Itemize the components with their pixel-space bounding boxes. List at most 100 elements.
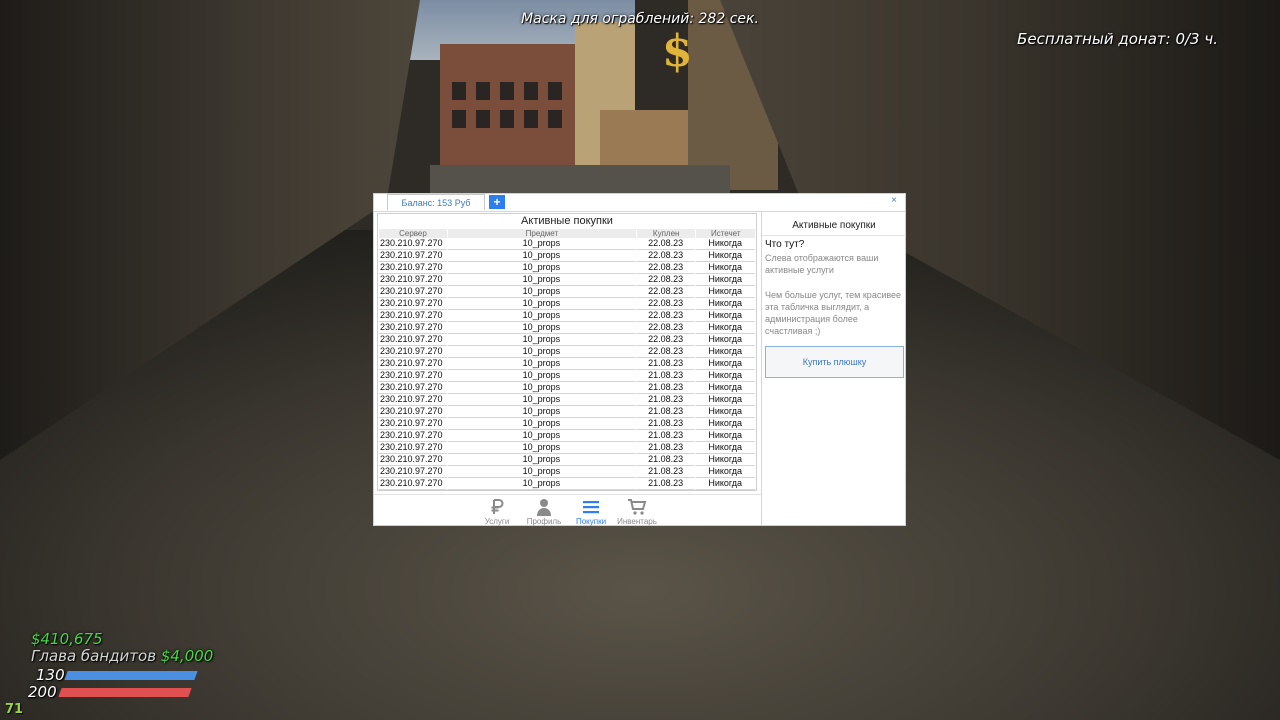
cell-server: 230.210.97.270 xyxy=(379,274,448,286)
table-row[interactable]: 230.210.97.270 10_props 22.08.23 Никогда xyxy=(379,334,756,346)
cell-server: 230.210.97.270 xyxy=(379,286,448,298)
cell-item: 10_props xyxy=(447,322,637,334)
ruble-icon xyxy=(491,499,504,514)
column-header-item[interactable]: Предмет xyxy=(447,229,637,238)
cell-server: 230.210.97.270 xyxy=(379,454,448,466)
cell-expires: Никогда xyxy=(696,490,756,491)
table-row[interactable]: 230.210.97.27010_props21.08.23Никогда xyxy=(379,430,756,442)
cell-expires: Никогда xyxy=(696,310,756,322)
cell-bought: 22.08.23 xyxy=(636,322,697,334)
cell-expires: Никогда xyxy=(696,286,756,298)
cell-item: 10_props xyxy=(447,382,637,394)
nav-services[interactable]: Услуги xyxy=(472,498,522,526)
table-row[interactable]: 230.210.97.27010_props21.08.23Никогда xyxy=(379,358,756,370)
balance-tab[interactable]: Баланс: 153 Руб xyxy=(387,194,485,210)
cell-expires: Никогда xyxy=(696,442,756,454)
table-row[interactable]: 230.210.97.27010_props21.08.23Никогда xyxy=(379,478,756,490)
cell-expires: Никогда xyxy=(696,478,756,490)
cell-bought: 22.08.23 xyxy=(636,298,697,310)
brick-building xyxy=(440,44,580,170)
table-row[interactable]: 230.210.97.270 10_props 22.08.23 Никогда xyxy=(379,250,756,262)
table-row[interactable]: 230.210.97.27010_props21.08.23Никогда xyxy=(379,406,756,418)
cell-expires: Никогда xyxy=(696,370,756,382)
bottom-navigation: Услуги Профиль Покупки Инвентарь xyxy=(374,494,761,526)
nav-purchases-label: Покупки xyxy=(575,517,607,526)
table-header-row: Сервер Предмет Куплен Истечет xyxy=(379,229,756,238)
cell-bought: 22.08.23 xyxy=(636,262,697,274)
cell-bought: 22.08.23 xyxy=(636,310,697,322)
table-row[interactable]: 230.210.97.27010_props21.08.23Никогда xyxy=(379,394,756,406)
fps-counter: 71 xyxy=(5,702,24,717)
cell-expires: Никогда xyxy=(696,418,756,430)
cell-server: 230.210.97.270 xyxy=(379,382,448,394)
cell-expires: Никогда xyxy=(696,454,756,466)
cell-expires: Никогда xyxy=(696,358,756,370)
purchases-table-container[interactable]: Активные покупки Сервер Предмет Куплен И… xyxy=(377,213,757,491)
nav-profile[interactable]: Профиль xyxy=(519,498,569,526)
cell-server: 230.210.97.270 xyxy=(379,466,448,478)
cell-server: 230.210.97.270 xyxy=(379,478,448,490)
cell-server: 230.210.97.270 xyxy=(379,406,448,418)
table-row[interactable]: 230.210.97.27010_props21.08.23Никогда xyxy=(379,454,756,466)
cell-item: 10_props xyxy=(447,406,637,418)
cell-server: 230.210.97.270 xyxy=(379,358,448,370)
cell-expires: Никогда xyxy=(696,262,756,274)
buy-plate-button[interactable]: Купить плюшку xyxy=(765,346,904,378)
armor-value: 130 xyxy=(36,666,65,684)
cart-icon xyxy=(628,499,647,515)
table-row[interactable]: 230.210.97.270 10_props 22.08.23 Никогда xyxy=(379,322,756,334)
table-row[interactable]: 230.210.97.27010_props21.08.23Никогда xyxy=(379,466,756,478)
cell-expires: Никогда xyxy=(696,238,756,250)
cell-bought: 21.08.23 xyxy=(636,394,697,406)
table-row[interactable]: 230.210.97.27010_props21.08.23Никогда xyxy=(379,442,756,454)
column-header-server[interactable]: Сервер xyxy=(379,229,448,238)
cell-server: 230.210.97.270 xyxy=(379,442,448,454)
table-row[interactable]: 230.210.97.270 10_props 22.08.23 Никогда xyxy=(379,238,756,250)
table-row[interactable]: 230.210.97.27010_props21.08.23Никогда xyxy=(379,370,756,382)
cell-server: 230.210.97.270 xyxy=(379,418,448,430)
cell-item: 10_props xyxy=(447,478,637,490)
purchases-table-body: 230.210.97.270 10_props 22.08.23 Никогда 230… xyxy=(379,238,756,491)
table-row[interactable]: 230.210.97.270 10_props 22.08.23 Никогда xyxy=(379,286,756,298)
column-header-expires[interactable]: Истечет xyxy=(696,229,756,238)
table-row[interactable]: 230.210.97.27010_props21.08.23Никогда xyxy=(379,490,756,491)
cell-bought: 22.08.23 xyxy=(636,346,697,358)
sidebar-description-2: Чем больше услуг, тем красивее эта табли… xyxy=(765,290,902,336)
cell-item: 10_props xyxy=(447,250,637,262)
table-row[interactable]: 230.210.97.270 10_props 22.08.23 Никогда xyxy=(379,274,756,286)
cell-item: 10_props xyxy=(447,394,637,406)
cell-item: 10_props xyxy=(447,442,637,454)
health-bar xyxy=(58,688,192,697)
cell-item: 10_props xyxy=(447,262,637,274)
table-row[interactable]: 230.210.97.270 10_props 22.08.23 Никогда xyxy=(379,298,756,310)
money-amount: $410,675 xyxy=(31,630,103,648)
cell-bought: 21.08.23 xyxy=(636,358,697,370)
add-balance-button[interactable]: + xyxy=(489,195,505,209)
cell-expires: Никогда xyxy=(696,298,756,310)
column-header-bought[interactable]: Куплен xyxy=(636,229,697,238)
dollar-sign-icon: $ xyxy=(662,26,693,77)
table-row[interactable]: 230.210.97.270 10_props 22.08.23 Никогда xyxy=(379,310,756,322)
cell-item: 10_props xyxy=(447,430,637,442)
cell-bought: 21.08.23 xyxy=(636,478,697,490)
cell-item: 10_props xyxy=(447,370,637,382)
cell-expires: Никогда xyxy=(696,322,756,334)
sidebar-question: Что тут? xyxy=(765,239,805,250)
armor-bar xyxy=(64,671,198,680)
table-row[interactable]: 230.210.97.270 10_props 22.08.23 Никогда xyxy=(379,346,756,358)
cell-bought: 21.08.23 xyxy=(636,454,697,466)
table-row[interactable]: 230.210.97.27010_props21.08.23Никогда xyxy=(379,418,756,430)
table-row[interactable]: 230.210.97.27010_props21.08.23Никогда xyxy=(379,382,756,394)
health-value: 200 xyxy=(28,683,57,701)
cell-bought: 22.08.23 xyxy=(636,274,697,286)
window-tab-bar: Баланс: 153 Руб + × xyxy=(374,194,905,212)
nav-inventory[interactable]: Инвентарь xyxy=(612,498,662,526)
cell-bought: 22.08.23 xyxy=(636,334,697,346)
nav-purchases[interactable]: Покупки xyxy=(566,498,616,526)
cell-bought: 21.08.23 xyxy=(636,430,697,442)
close-icon[interactable]: × xyxy=(888,195,900,207)
table-row[interactable]: 230.210.97.270 10_props 22.08.23 Никогда xyxy=(379,262,756,274)
list-icon xyxy=(583,501,599,514)
free-donate-counter: Бесплатный донат: 0/3 ч. xyxy=(1017,30,1218,48)
cell-server: 230.210.97.270 xyxy=(379,334,448,346)
